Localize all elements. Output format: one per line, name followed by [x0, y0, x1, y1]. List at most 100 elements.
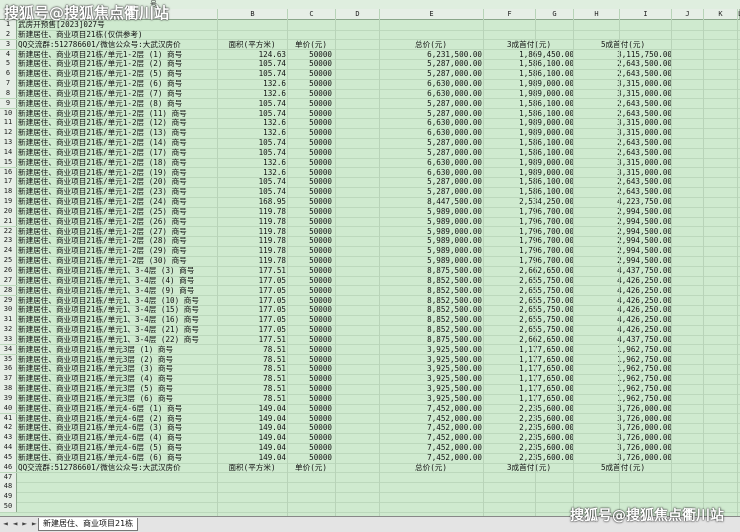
- cell-b[interactable]: 149.04: [218, 433, 286, 443]
- cell-e[interactable]: 5,989,000.00: [380, 217, 482, 227]
- cell-i[interactable]: 4,426,250.00: [574, 325, 672, 335]
- cell-i[interactable]: 3,315,000.00: [574, 128, 672, 138]
- cell-e[interactable]: 3,925,500.00: [380, 345, 482, 355]
- cell-i[interactable]: [574, 30, 672, 40]
- cell-i[interactable]: 2,643,500.00: [574, 148, 672, 158]
- cell-g[interactable]: 2,235,600.00: [484, 414, 574, 424]
- cell-i[interactable]: 2,643,500.00: [574, 109, 672, 119]
- cell-e[interactable]: 5,287,000.00: [380, 187, 482, 197]
- cell-b[interactable]: [218, 20, 286, 30]
- row-number[interactable]: 26: [0, 266, 17, 276]
- cell-b[interactable]: 177.51: [218, 266, 286, 276]
- cell-e[interactable]: 8,447,500.00: [380, 197, 482, 207]
- cell-b[interactable]: 105.74: [218, 148, 286, 158]
- cell-c[interactable]: 50000: [290, 345, 332, 355]
- cell-i[interactable]: 3,315,000.00: [574, 158, 672, 168]
- cell-g[interactable]: 3成首付(元): [484, 463, 574, 473]
- cell-g[interactable]: 1,989,000.00: [484, 168, 574, 178]
- cell-i[interactable]: 2,643,500.00: [574, 177, 672, 187]
- cell-c[interactable]: 50000: [290, 256, 332, 266]
- cell-i[interactable]: 2,994,500.00: [574, 236, 672, 246]
- cell-i[interactable]: 4,437,750.00: [574, 266, 672, 276]
- cell-i[interactable]: 4,426,250.00: [574, 296, 672, 306]
- row-number[interactable]: 9: [0, 98, 17, 109]
- row-number[interactable]: 5: [0, 59, 17, 69]
- cell-c[interactable]: 50000: [290, 364, 332, 374]
- cell-g[interactable]: 2,235,600.00: [484, 423, 574, 433]
- cell-g[interactable]: 1,177,650.00: [484, 374, 574, 384]
- cell-i[interactable]: 3,315,000.00: [574, 79, 672, 89]
- cell-i[interactable]: 2,643,500.00: [574, 59, 672, 69]
- cell-e[interactable]: 6,231,500.00: [380, 50, 482, 60]
- cell-c[interactable]: 50000: [290, 138, 332, 148]
- cell-a[interactable]: 新建居住、商业项目21栋/单元4-6层 (6) 商号: [18, 453, 182, 463]
- cell-c[interactable]: 50000: [290, 158, 332, 168]
- cell-g[interactable]: 2,534,250.00: [484, 197, 574, 207]
- cell-g[interactable]: 2,235,600.00: [484, 404, 574, 414]
- cell-g[interactable]: 2,662,650.00: [484, 266, 574, 276]
- row-number[interactable]: 39: [0, 393, 17, 404]
- cell-c[interactable]: 50000: [290, 197, 332, 207]
- column-header-k[interactable]: K: [704, 9, 738, 19]
- cell-i[interactable]: 3,315,000.00: [574, 168, 672, 178]
- cell-g[interactable]: 2,235,600.00: [484, 443, 574, 453]
- cell-b[interactable]: 168.95: [218, 197, 286, 207]
- row-number[interactable]: 41: [0, 413, 17, 424]
- row-number[interactable]: 36: [0, 364, 17, 374]
- cell-i[interactable]: 4,437,750.00: [574, 335, 672, 345]
- cell-a[interactable]: 新建居住、商业项目21栋/单元1、3-4层 (15) 商号: [18, 305, 199, 315]
- cell-c[interactable]: 50000: [290, 315, 332, 325]
- cell-g[interactable]: 1,177,650.00: [484, 355, 574, 365]
- cell-b[interactable]: 119.78: [218, 217, 286, 227]
- cell-e[interactable]: 7,452,000.00: [380, 453, 482, 463]
- cell-c[interactable]: 50000: [290, 335, 332, 345]
- cell-b[interactable]: 149.04: [218, 414, 286, 424]
- cell-c[interactable]: 50000: [290, 128, 332, 138]
- cell-a[interactable]: 新建居住、商业项目21栋/单元3层 (6) 商号: [18, 394, 173, 404]
- cell-c[interactable]: 50000: [290, 79, 332, 89]
- cell-i[interactable]: 4,426,250.00: [574, 305, 672, 315]
- row-number[interactable]: 3: [0, 39, 17, 50]
- cell-c[interactable]: 50000: [290, 217, 332, 227]
- cell-b[interactable]: 132.6: [218, 118, 286, 128]
- cell-b[interactable]: 149.04: [218, 443, 286, 453]
- cell-e[interactable]: 8,852,500.00: [380, 276, 482, 286]
- row-number[interactable]: 18: [0, 187, 17, 197]
- cell-a[interactable]: QQ交流群:512786601/微信公众号:大武汉房价: [18, 40, 181, 50]
- row-number[interactable]: 38: [0, 384, 17, 394]
- cell-g[interactable]: 1,869,450.00: [484, 50, 574, 60]
- cell-b[interactable]: 105.74: [218, 177, 286, 187]
- cell-b[interactable]: 132.6: [218, 89, 286, 99]
- cell-e[interactable]: [380, 492, 482, 502]
- column-header-b[interactable]: B: [218, 9, 288, 19]
- cell-c[interactable]: 50000: [290, 227, 332, 237]
- cell-b[interactable]: 78.51: [218, 394, 286, 404]
- cell-e[interactable]: 3,925,500.00: [380, 364, 482, 374]
- cell-b[interactable]: [218, 30, 286, 40]
- cell-e[interactable]: 5,287,000.00: [380, 69, 482, 79]
- cell-a[interactable]: 新建居住、商业项目21栋/单元3层 (1) 商号: [18, 345, 173, 355]
- cell-g[interactable]: 1,177,650.00: [484, 345, 574, 355]
- row-number[interactable]: 45: [0, 452, 17, 463]
- row-number[interactable]: 2: [0, 29, 17, 40]
- row-number[interactable]: 27: [0, 275, 17, 286]
- cell-c[interactable]: 50000: [290, 266, 332, 276]
- cell-b[interactable]: 105.74: [218, 99, 286, 109]
- cell-a[interactable]: 新建居住、商业项目21栋/单元4-6层 (2) 商号: [18, 414, 182, 424]
- row-number[interactable]: 10: [0, 108, 17, 119]
- cell-i[interactable]: 5成首付(元): [574, 40, 672, 50]
- cell-e[interactable]: 8,852,500.00: [380, 315, 482, 325]
- cell-b[interactable]: 119.78: [218, 207, 286, 217]
- row-number[interactable]: 43: [0, 433, 17, 443]
- cell-i[interactable]: [574, 482, 672, 492]
- cell-i[interactable]: 3,115,750.00: [574, 50, 672, 60]
- cell-g[interactable]: 1,586,100.00: [484, 138, 574, 148]
- cell-e[interactable]: 6,630,000.00: [380, 79, 482, 89]
- cell-i[interactable]: 2,994,500.00: [574, 207, 672, 217]
- row-number[interactable]: 21: [0, 216, 17, 227]
- cell-a[interactable]: 新建居住、商业项目21栋/单元4-6层 (4) 商号: [18, 433, 182, 443]
- cell-i[interactable]: 1,962,750.00: [574, 394, 672, 404]
- cell-b[interactable]: 132.6: [218, 79, 286, 89]
- column-header-j[interactable]: J: [672, 9, 704, 19]
- row-number[interactable]: 15: [0, 157, 17, 168]
